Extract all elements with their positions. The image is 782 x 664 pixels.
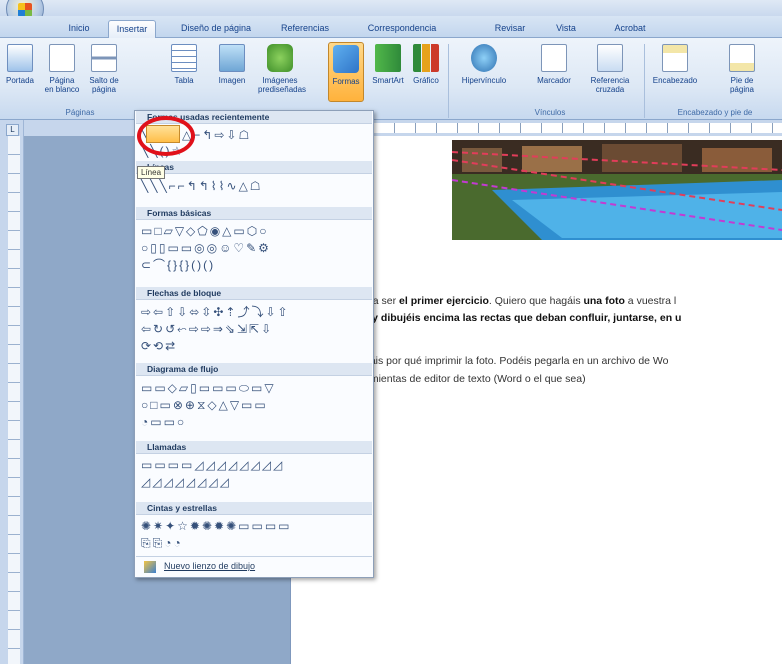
drawing-canvas-icon: [144, 561, 156, 573]
pool-photo: [452, 140, 782, 240]
ribbon-tabs: Inicio Insertar Diseño de página Referen…: [0, 16, 782, 38]
section-ribbons-stars: Cintas y estrellas: [136, 502, 372, 515]
shape-row[interactable]: ⇨⇦⇧⇩⬄⇳✣⇡⤴⤵⇩⇧: [141, 305, 290, 319]
cover-page-icon: [7, 44, 33, 72]
doc-line-2: s y dibujéis encima las rectas que deban…: [364, 312, 682, 324]
cross-reference-icon: [597, 44, 623, 72]
shapes-button[interactable]: Formas: [328, 42, 364, 102]
section-flowchart: Diagrama de flujo: [136, 363, 372, 376]
shape-row[interactable]: ○□▭⊗⊕⧖◇△▽▭▭: [141, 398, 268, 412]
chart-icon: [413, 44, 439, 72]
tab-correspondencia[interactable]: Correspondencia: [354, 20, 450, 38]
doc-line-3: náis por qué imprimir la foto. Podéis pe…: [364, 355, 669, 367]
shape-row[interactable]: ▭▭▭▭◿◿◿◿◿◿◿◿: [141, 458, 284, 472]
tab-inicio[interactable]: Inicio: [58, 20, 100, 38]
blank-page-button[interactable]: Página en blanco: [44, 42, 80, 102]
shape-row[interactable]: ○▯▯▭▭◎◎☺♡✎⚙: [141, 241, 271, 255]
shape-row[interactable]: ◿◿◿◿◿◿◿◿: [141, 475, 231, 489]
shape-row[interactable]: ⎘⎘◔◔: [141, 536, 183, 550]
smartart-button[interactable]: SmartArt: [370, 42, 406, 102]
hyperlink-icon: [471, 44, 497, 72]
smartart-icon: [375, 44, 401, 72]
footer-button[interactable]: Pie de página: [720, 42, 764, 102]
shape-row[interactable]: ⟳⟲⇄: [141, 339, 177, 353]
tab-revisar[interactable]: Revisar: [486, 20, 534, 38]
cross-reference-button[interactable]: Referencia cruzada: [584, 42, 636, 102]
doc-line-1: a a ser el primer ejercicio. Quiero que …: [364, 295, 677, 307]
group-label-vinculos: Vínculos: [534, 108, 566, 117]
section-block-arrows: Flechas de bloque: [136, 287, 372, 300]
ribbon: Portada Página en blanco Salto de página…: [0, 38, 782, 120]
shapes-menu: Formas usadas recientemente ╲▭○□△⌐↰⇨⇩☖ ╲…: [134, 110, 374, 578]
chart-button[interactable]: Gráfico: [408, 42, 444, 102]
footer-icon: [729, 44, 755, 72]
clip-art-icon: [267, 44, 293, 72]
section-callouts: Llamadas: [136, 441, 372, 454]
table-button[interactable]: Tabla: [166, 42, 202, 102]
shape-row[interactable]: ⊂⌒{}{}()(): [141, 258, 215, 272]
header-button[interactable]: Encabezado: [650, 42, 700, 102]
doc-line-4: amientas de editor de texto (Word o el q…: [364, 373, 586, 385]
section-lines: Líneas: [136, 161, 372, 174]
tab-acrobat[interactable]: Acrobat: [606, 20, 654, 38]
cover-page-button[interactable]: Portada: [2, 42, 38, 102]
new-drawing-canvas-item[interactable]: Nuevo lienzo de dibujo: [136, 556, 372, 576]
header-icon: [662, 44, 688, 72]
shape-row[interactable]: ▭□▱▽◇⬠◉△▭⬡○: [141, 224, 268, 238]
vertical-ruler: [8, 136, 20, 664]
tab-referencias[interactable]: Referencias: [272, 20, 338, 38]
group-label-paginas: Páginas: [65, 108, 95, 117]
shape-row[interactable]: ✺✷✦☆✹✺✹✺▭▭▭▭: [141, 519, 292, 533]
tab-diseno-de-pagina[interactable]: Diseño de página: [174, 20, 258, 38]
bookmark-icon: [541, 44, 567, 72]
page-break-button[interactable]: Salto de página: [86, 42, 122, 102]
section-basic-shapes: Formas básicas: [136, 207, 372, 220]
separator: [644, 44, 645, 118]
page-break-icon: [91, 44, 117, 72]
shape-row[interactable]: ⇦↻↺⬿⇨⇨⇒⇘⇲⇱⇩: [141, 322, 273, 336]
blank-page-icon: [49, 44, 75, 72]
office-logo-icon: [18, 3, 32, 17]
shape-row[interactable]: ▭▭◇▱▯▭▭▭⬭▭▽: [141, 381, 276, 395]
hyperlink-button[interactable]: Hipervínculo: [458, 42, 510, 102]
picture-icon: [219, 44, 245, 72]
group-label-encabezado: Encabezado y pie de: [677, 108, 753, 117]
title-bar: [0, 0, 782, 16]
clip-art-button[interactable]: Imágenes prediseñadas: [258, 42, 306, 102]
separator: [448, 44, 449, 118]
ruler-toggle-button[interactable]: L: [6, 124, 19, 136]
table-icon: [171, 44, 197, 72]
tab-vista[interactable]: Vista: [548, 20, 584, 38]
bookmark-button[interactable]: Marcador: [532, 42, 576, 102]
shapes-icon: [333, 45, 359, 73]
red-highlight-circle: [137, 116, 195, 156]
picture-button[interactable]: Imagen: [214, 42, 250, 102]
shape-row[interactable]: ╲╲╲⌐⌐↰↰⌇⌇∿△☖: [141, 179, 263, 193]
tab-insertar[interactable]: Insertar: [108, 20, 156, 38]
shape-row[interactable]: ◔▭▭○: [141, 415, 186, 429]
shape-tooltip: Línea: [137, 166, 165, 179]
